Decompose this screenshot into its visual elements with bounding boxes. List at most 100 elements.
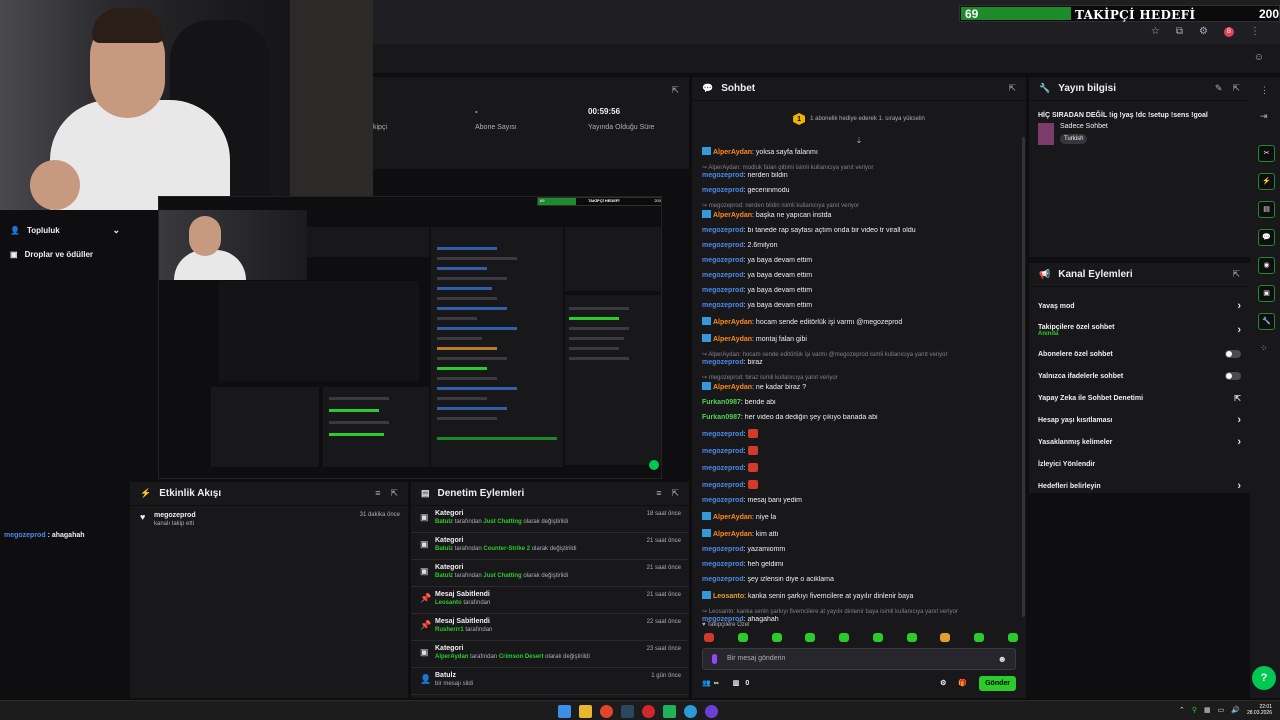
chat-message[interactable]: megozeprod: geceninmodu xyxy=(702,187,1016,195)
chat-username[interactable]: megozeprod xyxy=(702,359,744,366)
chat-username[interactable]: megozeprod xyxy=(702,448,744,455)
send-button[interactable]: Gönder xyxy=(979,675,1016,691)
filter-icon[interactable]: ≡ xyxy=(656,488,661,499)
windows-icon[interactable] xyxy=(558,705,571,718)
mic-icon[interactable]: ⚲ xyxy=(1192,706,1197,714)
profile-icon[interactable]: B xyxy=(1224,26,1234,37)
sidebar-item-drops[interactable]: ▣ Droplar ve ödüller xyxy=(0,242,130,266)
chat-username[interactable]: megozeprod xyxy=(702,482,744,489)
chrome-icon[interactable] xyxy=(600,705,613,718)
channel-action-row[interactable]: Takipçilere özel sohbet Anında › xyxy=(1029,317,1250,343)
mic-icon[interactable] xyxy=(712,654,717,664)
chat-input[interactable]: Bir mesaj gönderin ☻ xyxy=(702,648,1016,670)
emote-icon[interactable] xyxy=(771,633,782,642)
chat-username[interactable]: megozeprod xyxy=(702,272,744,279)
popout-icon[interactable]: ⇱ xyxy=(1232,269,1240,280)
channel-action-row[interactable]: Hedefleri belirleyin › xyxy=(1029,475,1250,497)
chat-username[interactable]: Furkan0987 xyxy=(702,414,741,421)
channel-action-row[interactable]: Hesap yaşı kısıtlaması › xyxy=(1029,409,1250,431)
chat-username[interactable]: megozeprod xyxy=(702,561,744,568)
emote-icon[interactable] xyxy=(1007,633,1018,642)
chat-username[interactable]: megozeprod xyxy=(702,227,744,234)
help-button[interactable]: ? xyxy=(1252,666,1276,690)
emote-icon[interactable] xyxy=(906,633,917,642)
chat-message[interactable]: megozeprod: 2.6milyon xyxy=(702,242,1016,250)
chat-scrollbar[interactable] xyxy=(1022,137,1025,617)
menu-icon[interactable]: ⋮ xyxy=(1260,85,1269,96)
emoji-icon[interactable]: ☻ xyxy=(998,654,1007,664)
chat-message[interactable]: megozeprod: nerden bildin xyxy=(702,172,1016,180)
chat-username[interactable]: Leosanto xyxy=(713,593,744,600)
chat-username[interactable]: megozeprod xyxy=(702,546,744,553)
chat-message[interactable]: AlperAydan: montaj falan gibi xyxy=(702,334,1016,344)
chat-message[interactable]: megozeprod: xyxy=(702,446,1016,456)
emote-icon[interactable] xyxy=(704,633,714,642)
popout-icon[interactable]: ⇱ xyxy=(671,488,679,499)
star-icon[interactable]: ☆ xyxy=(1151,26,1160,37)
chat-username[interactable]: AlperAydan xyxy=(713,531,752,538)
chat-message[interactable]: AlperAydan: hocam sende editörlük işi va… xyxy=(702,317,1016,327)
chat-username[interactable]: megozeprod xyxy=(702,242,744,249)
folder-icon[interactable] xyxy=(579,705,592,718)
chat-message[interactable]: megozeprod: xyxy=(702,429,1016,439)
chat-message[interactable]: Leosanto: kanka senin şarkıyı fivemciler… xyxy=(702,591,1016,601)
chat-username[interactable]: AlperAydan xyxy=(713,514,752,521)
emote-icon[interactable] xyxy=(940,633,951,642)
more-icon[interactable]: ⋮ xyxy=(1250,26,1260,37)
chat-message[interactable]: megozeprod: ya baya devam ettim xyxy=(702,257,1016,265)
chat-username[interactable]: megozeprod xyxy=(702,465,744,472)
chat-message[interactable]: AlperAydan: başka ne yapıcan instda xyxy=(702,210,1016,220)
security-icon[interactable]: ▦ xyxy=(1204,706,1211,714)
filter-icon[interactable]: ≡ xyxy=(375,488,380,499)
sidebar-item-community[interactable]: 👤 Topluluk ⌄ xyxy=(0,218,130,242)
broadcast-icon[interactable]: ◉ xyxy=(1258,257,1275,274)
gift-icon[interactable]: 🎁 xyxy=(958,679,967,687)
chat-username[interactable]: megozeprod xyxy=(702,576,744,583)
more-icon[interactable]: ⁘ xyxy=(1260,343,1268,354)
chat-message[interactable]: megozeprod: heh geldimi xyxy=(702,561,1016,569)
box-icon[interactable]: ▥ xyxy=(733,679,740,687)
chat-message[interactable]: AlperAydan: yoksa sayfa falanmı xyxy=(702,147,1016,157)
channel-action-row[interactable]: Yasaklanmış kelimeler › xyxy=(1029,431,1250,453)
channel-action-row[interactable]: Abonelere özel sohbet xyxy=(1029,343,1250,365)
pinned-banner[interactable]: 1 1 abonelik hediye ederek 1. sıraya yük… xyxy=(692,101,1026,137)
chevron-up-icon[interactable]: ⌃ xyxy=(1179,706,1185,714)
chat-username[interactable]: AlperAydan xyxy=(713,149,752,156)
channel-action-row[interactable]: Yalnızca ifadelerle sohbet xyxy=(1029,365,1250,387)
expand-icon[interactable]: ⇥ xyxy=(1260,111,1268,122)
chat-message[interactable]: megozeprod: xyxy=(702,480,1016,490)
chat-username[interactable]: AlperAydan xyxy=(713,319,752,326)
puzzle-icon[interactable]: ⚙ xyxy=(1199,26,1208,37)
emote-icon[interactable] xyxy=(974,633,985,642)
edit-icon[interactable]: ✎ xyxy=(1215,83,1223,94)
chat-username[interactable]: megozeprod xyxy=(702,287,744,294)
steam-icon[interactable] xyxy=(621,705,634,718)
chat-username[interactable]: AlperAydan xyxy=(713,384,752,391)
toggle-switch[interactable] xyxy=(1225,350,1241,358)
chat-message[interactable]: megozeprod: şey izlensin diye o aciklama xyxy=(702,576,1016,584)
opera-icon[interactable] xyxy=(642,705,655,718)
wrench-icon[interactable]: 🔧 xyxy=(1258,313,1275,330)
obs-icon[interactable] xyxy=(705,705,718,718)
popout-icon[interactable]: ⇱ xyxy=(390,488,398,499)
chat-username[interactable]: Furkan0987 xyxy=(702,399,741,406)
chat-message[interactable]: megozeprod: ya baya devam ettim xyxy=(702,287,1016,295)
channel-action-row[interactable]: Yapay Zeka ile Sohbet Denetimi ⇱ xyxy=(1029,387,1250,409)
emote-icon[interactable] xyxy=(839,633,850,642)
chat-message[interactable]: megozeprod: yazamiomm xyxy=(702,546,1016,554)
chat-message[interactable]: AlperAydan: niye la xyxy=(702,512,1016,522)
popout-icon[interactable]: ⇱ xyxy=(671,85,679,96)
chat-message[interactable]: AlperAydan: kim attı xyxy=(702,529,1016,539)
emote-icon[interactable] xyxy=(805,633,816,642)
chat-message[interactable]: Furkan0987: her video da dediğin şey çık… xyxy=(702,414,1016,422)
camera-icon[interactable]: ▣ xyxy=(1258,285,1275,302)
emote-icon[interactable] xyxy=(872,633,883,642)
avatar-icon[interactable]: ☺ xyxy=(1254,52,1264,63)
chat-username[interactable]: AlperAydan xyxy=(713,336,752,343)
chat-message[interactable]: megozeprod: mesaj bani yedim xyxy=(702,497,1016,505)
chat-icon[interactable]: 💬 xyxy=(1258,229,1275,246)
chat-username[interactable]: AlperAydan xyxy=(713,212,752,219)
chat-message[interactable]: megozeprod: ya baya devam ettim xyxy=(702,272,1016,280)
volume-icon[interactable]: 🔊 xyxy=(1231,706,1240,714)
channel-action-row[interactable]: İzleyici Yönlendir xyxy=(1029,453,1250,475)
